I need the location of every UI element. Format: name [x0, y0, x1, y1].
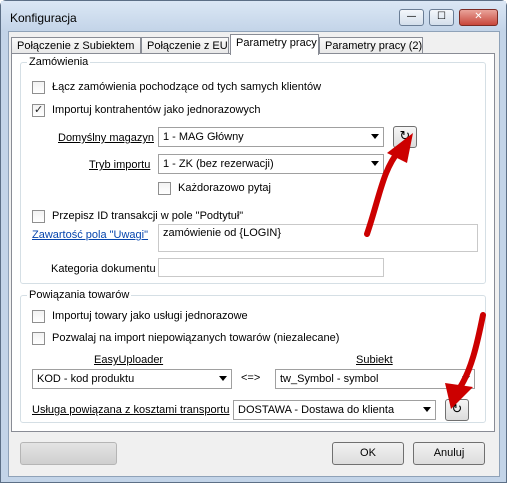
transport-service-value: DOSTAWA - Dostawa do klienta	[238, 404, 395, 416]
import-contractors-label: Importuj kontrahentów jako jednorazowych	[52, 104, 261, 116]
notes-content-input[interactable]: zamówienie od {LOGIN}	[158, 224, 478, 252]
warehouse-select[interactable]: 1 - MAG Główny	[158, 127, 384, 147]
allow-unlinked-checkbox[interactable]	[32, 332, 45, 345]
close-button[interactable]: ✕	[459, 9, 498, 26]
notes-content-link[interactable]: Zawartość pola "Uwagi"	[32, 229, 148, 241]
progress-bar	[20, 442, 117, 465]
chevron-down-icon	[219, 376, 227, 381]
chevron-down-icon	[423, 407, 431, 412]
ask-each-time-label: Każdorazowo pytaj	[178, 182, 271, 194]
window-title: Konfiguracja	[10, 11, 77, 25]
cancel-button[interactable]: Anuluj	[413, 442, 485, 465]
products-group: Powiązania towarów Importuj towary jako …	[20, 289, 486, 423]
annotation-arrow-icon	[364, 133, 413, 237]
import-as-services-checkbox[interactable]	[32, 310, 45, 323]
easyuploader-label: EasyUploader	[94, 354, 164, 366]
document-category-input[interactable]	[158, 258, 384, 277]
easyuploader-field-select[interactable]: KOD - kod produktu	[32, 369, 232, 389]
allow-unlinked-label: Pozwalaj na import niepowiązanych towaró…	[52, 332, 340, 344]
import-mode-select[interactable]: 1 - ZK (bez rezerwacji)	[158, 154, 384, 174]
import-mode-value: 1 - ZK (bez rezerwacji)	[163, 158, 274, 170]
dialog-body: Połączenie z Subiektem Połączenie z EU P…	[8, 31, 500, 477]
mapping-symbol: <=>	[241, 372, 261, 384]
annotation-arrow-icon	[445, 312, 486, 409]
import-as-services-label: Importuj towary jako usługi jednorazowe	[52, 310, 248, 322]
warehouse-label: Domyślny magazyn	[58, 132, 154, 144]
tab-panel: Zamówienia Łącz zamówienia pochodzące od…	[11, 53, 495, 432]
document-category-label: Kategoria dokumentu	[51, 263, 156, 275]
easyuploader-field-value: KOD - kod produktu	[37, 373, 135, 385]
subiekt-label: Subiekt	[356, 354, 393, 366]
notes-content-value: zamówienie od {LOGIN}	[163, 227, 282, 239]
warehouse-value: 1 - MAG Główny	[163, 131, 244, 143]
orders-group-label: Zamówienia	[27, 56, 91, 68]
transport-service-select[interactable]: DOSTAWA - Dostawa do klienta	[233, 400, 436, 420]
tab-parametry-pracy[interactable]: Parametry pracy	[230, 34, 319, 55]
subiekt-field-value: tw_Symbol - symbol	[280, 373, 379, 385]
title-bar[interactable]: Konfiguracja — ☐ ✕	[1, 1, 506, 31]
products-group-label: Powiązania towarów	[27, 289, 132, 301]
copy-transaction-id-checkbox[interactable]	[32, 210, 45, 223]
merge-orders-label: Łącz zamówienia pochodzące od tych samyc…	[52, 81, 322, 93]
maximize-button[interactable]: ☐	[429, 9, 454, 26]
ok-button[interactable]: OK	[332, 442, 404, 465]
import-mode-label: Tryb importu	[89, 159, 151, 171]
minimize-button[interactable]: —	[399, 9, 424, 26]
config-window: Konfiguracja — ☐ ✕ Połączenie z Subiekte…	[0, 0, 507, 483]
copy-transaction-id-label: Przepisz ID transakcji w pole "Podtytuł"	[52, 210, 244, 222]
ask-each-time-checkbox[interactable]	[158, 182, 171, 195]
import-contractors-checkbox[interactable]	[32, 103, 45, 117]
transport-service-label: Usługa powiązana z kosztami transportu	[32, 404, 230, 416]
merge-orders-checkbox[interactable]	[32, 81, 45, 94]
